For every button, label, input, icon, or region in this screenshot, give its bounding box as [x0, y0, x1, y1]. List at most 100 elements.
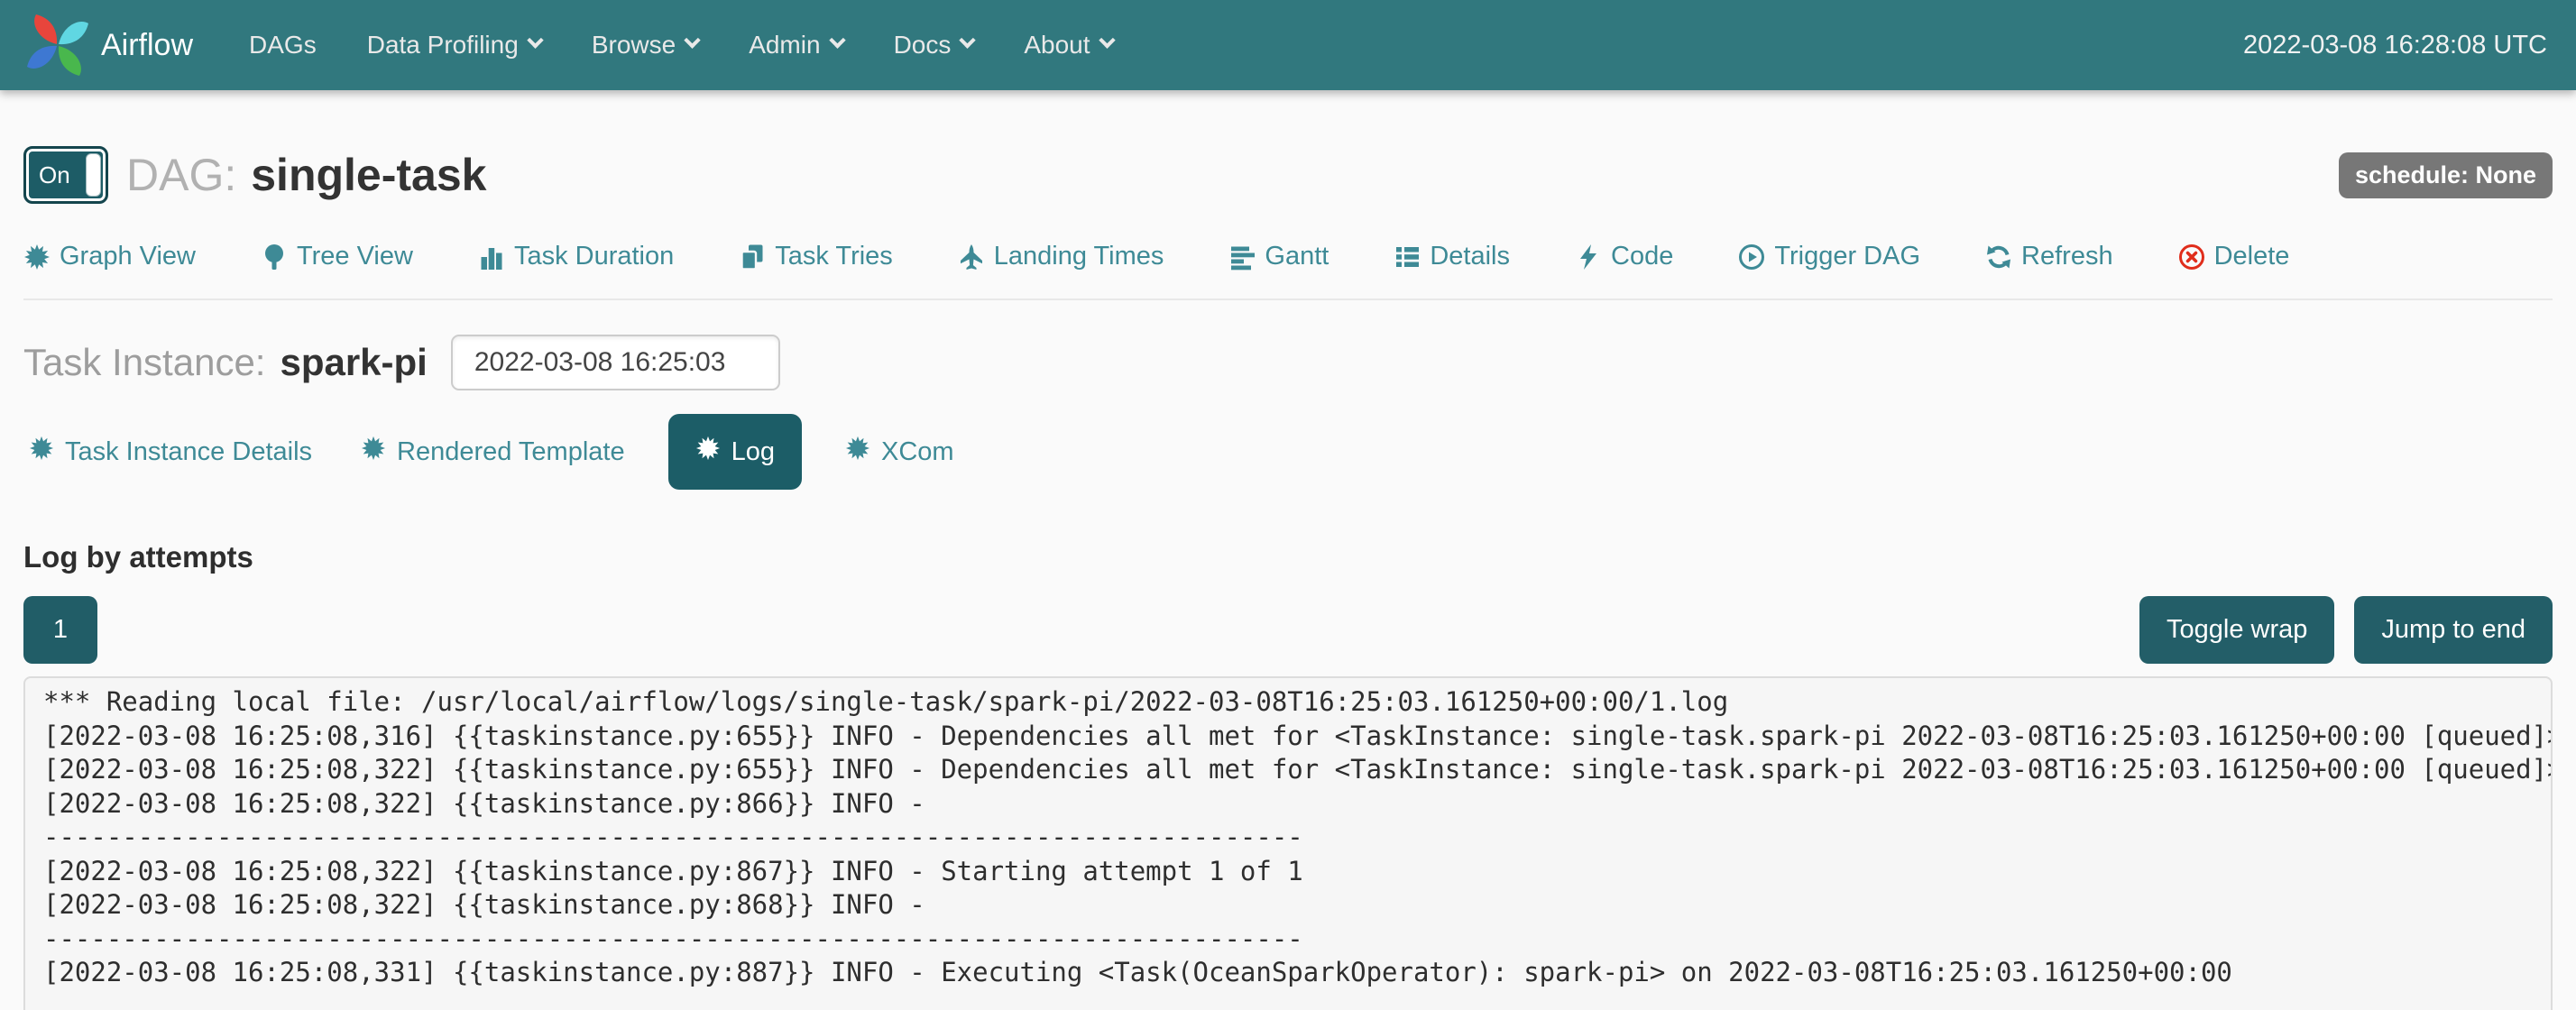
- tab-rendered-template[interactable]: Rendered Template: [355, 414, 630, 490]
- tab-label: XCom: [881, 437, 954, 467]
- log-line: [2022-03-08 16:25:08,322] {{taskinstance…: [43, 787, 2533, 822]
- chevron-down-icon: [684, 32, 700, 48]
- nav-item-data-profiling[interactable]: Data Profiling: [342, 0, 566, 90]
- burst-icon: [29, 436, 54, 468]
- tab-details[interactable]: Details: [1394, 242, 1510, 271]
- schedule-badge: schedule: None: [2339, 152, 2553, 198]
- top-navbar: Airflow DAGs Data Profiling Browse Admin…: [0, 0, 2576, 90]
- tab-trigger-dag[interactable]: Trigger DAG: [1738, 242, 1920, 271]
- tab-landing-times[interactable]: Landing Times: [958, 242, 1164, 271]
- bar-chart-icon: [478, 243, 505, 271]
- dag-tabs: Graph View Tree View Task Duration Task …: [23, 242, 2553, 271]
- task-view-tabs: Task Instance Details Rendered Template …: [23, 414, 2553, 490]
- tab-graph-view[interactable]: Graph View: [23, 242, 196, 271]
- tab-label: Task Duration: [514, 242, 674, 271]
- tab-task-duration[interactable]: Task Duration: [478, 242, 674, 271]
- task-instance-label: Task Instance:: [23, 341, 265, 384]
- tab-refresh[interactable]: Refresh: [1985, 242, 2113, 271]
- bolt-icon: [1575, 243, 1602, 271]
- log-line: [2022-03-08 16:25:08,316] {{taskinstance…: [43, 720, 2533, 754]
- nav-item-label: DAGs: [249, 31, 317, 60]
- align-left-icon: [1228, 243, 1256, 271]
- tab-gantt[interactable]: Gantt: [1228, 242, 1329, 271]
- tab-label: Tree View: [297, 242, 413, 271]
- nav-item-label: About: [1024, 31, 1090, 60]
- log-line: [2022-03-08 16:25:08,322] {{taskinstance…: [43, 888, 2533, 923]
- dag-name: single-task: [251, 149, 486, 201]
- tab-task-instance-details[interactable]: Task Instance Details: [23, 414, 317, 490]
- task-name: spark-pi: [280, 341, 427, 384]
- tab-log[interactable]: Log: [668, 414, 802, 490]
- jump-to-end-button[interactable]: Jump to end: [2354, 596, 2553, 664]
- chevron-down-icon: [829, 32, 845, 48]
- airflow-brand[interactable]: Airflow: [25, 13, 193, 78]
- tab-tree-view[interactable]: Tree View: [261, 242, 413, 271]
- tab-label: Delete: [2214, 242, 2290, 271]
- nav-item-label: Admin: [749, 31, 820, 60]
- execution-date-input[interactable]: [451, 335, 780, 390]
- tab-label: Refresh: [2021, 242, 2113, 271]
- log-by-attempts-heading: Log by attempts: [23, 540, 2553, 574]
- toggle-on-label: On: [26, 161, 70, 189]
- tab-delete[interactable]: Delete: [2178, 242, 2290, 271]
- main-nav: DAGs Data Profiling Browse Admin Docs Ab…: [224, 0, 1138, 90]
- chevron-down-icon: [1099, 32, 1115, 48]
- tab-label: Gantt: [1265, 242, 1329, 271]
- plane-icon: [958, 243, 985, 271]
- tab-task-tries[interactable]: Task Tries: [739, 242, 893, 271]
- page-title: DAG: single-task: [126, 149, 486, 201]
- dag-header: On DAG: single-task schedule: None: [23, 141, 2553, 209]
- nav-item-label: Data Profiling: [367, 31, 519, 60]
- tab-xcom[interactable]: XCom: [840, 414, 960, 490]
- nav-item-label: Browse: [592, 31, 676, 60]
- nav-item-label: Docs: [894, 31, 952, 60]
- dag-title-prefix: DAG:: [126, 149, 236, 201]
- log-line: [2022-03-08 16:25:08,331] {{taskinstance…: [43, 956, 2533, 990]
- log-line: [2022-03-08 16:25:08,322] {{taskinstance…: [43, 855, 2533, 889]
- tree-icon: [261, 243, 288, 271]
- tab-label: Rendered Template: [397, 437, 625, 467]
- log-output[interactable]: *** Reading local file: /usr/local/airfl…: [23, 676, 2553, 1010]
- attempt-toolbar: 1 Toggle wrap Jump to end: [23, 596, 2553, 664]
- tab-label: Code: [1611, 242, 1673, 271]
- list-icon: [1394, 243, 1421, 271]
- chevron-down-icon: [527, 32, 543, 48]
- play-circle-icon: [1738, 243, 1765, 271]
- brand-label: Airflow: [101, 28, 193, 63]
- copy-icon: [739, 243, 766, 271]
- times-circle-icon: [2178, 243, 2205, 271]
- main-content: On DAG: single-task schedule: None Graph…: [0, 90, 2576, 1010]
- tab-label: Log: [731, 437, 775, 467]
- nav-item-dags[interactable]: DAGs: [224, 0, 342, 90]
- log-line: *** Reading local file: /usr/local/airfl…: [43, 685, 2533, 720]
- refresh-icon: [1985, 243, 2012, 271]
- burst-icon: [845, 436, 870, 468]
- tab-label: Task Instance Details: [65, 437, 312, 467]
- tab-label: Graph View: [60, 242, 196, 271]
- task-instance-header: Task Instance: spark-pi: [23, 335, 2553, 390]
- nav-item-about[interactable]: About: [998, 0, 1137, 90]
- spacer: [117, 596, 2120, 664]
- tab-label: Landing Times: [994, 242, 1164, 271]
- tab-label: Details: [1430, 242, 1510, 271]
- burst-icon: [361, 436, 386, 468]
- attempt-1-tab[interactable]: 1: [23, 596, 97, 664]
- toggle-wrap-button[interactable]: Toggle wrap: [2139, 596, 2334, 664]
- nav-item-browse[interactable]: Browse: [566, 0, 723, 90]
- burst-icon: [23, 243, 51, 271]
- chevron-down-icon: [960, 32, 976, 48]
- tab-label: Task Tries: [775, 242, 893, 271]
- nav-item-docs[interactable]: Docs: [869, 0, 999, 90]
- airflow-pinwheel-logo-icon: [25, 13, 90, 78]
- log-line: ----------------------------------------…: [43, 923, 2533, 957]
- server-clock: 2022-03-08 16:28:08 UTC: [2243, 31, 2551, 60]
- divider: [23, 298, 2553, 300]
- toggle-knob: [86, 153, 101, 197]
- tab-label: Trigger DAG: [1774, 242, 1920, 271]
- nav-item-admin[interactable]: Admin: [723, 0, 868, 90]
- log-line: [2022-03-08 16:25:08,322] {{taskinstance…: [43, 753, 2533, 787]
- log-line: ----------------------------------------…: [43, 821, 2533, 855]
- burst-icon: [695, 436, 721, 468]
- dag-pause-toggle[interactable]: On: [23, 146, 108, 204]
- tab-code[interactable]: Code: [1575, 242, 1673, 271]
